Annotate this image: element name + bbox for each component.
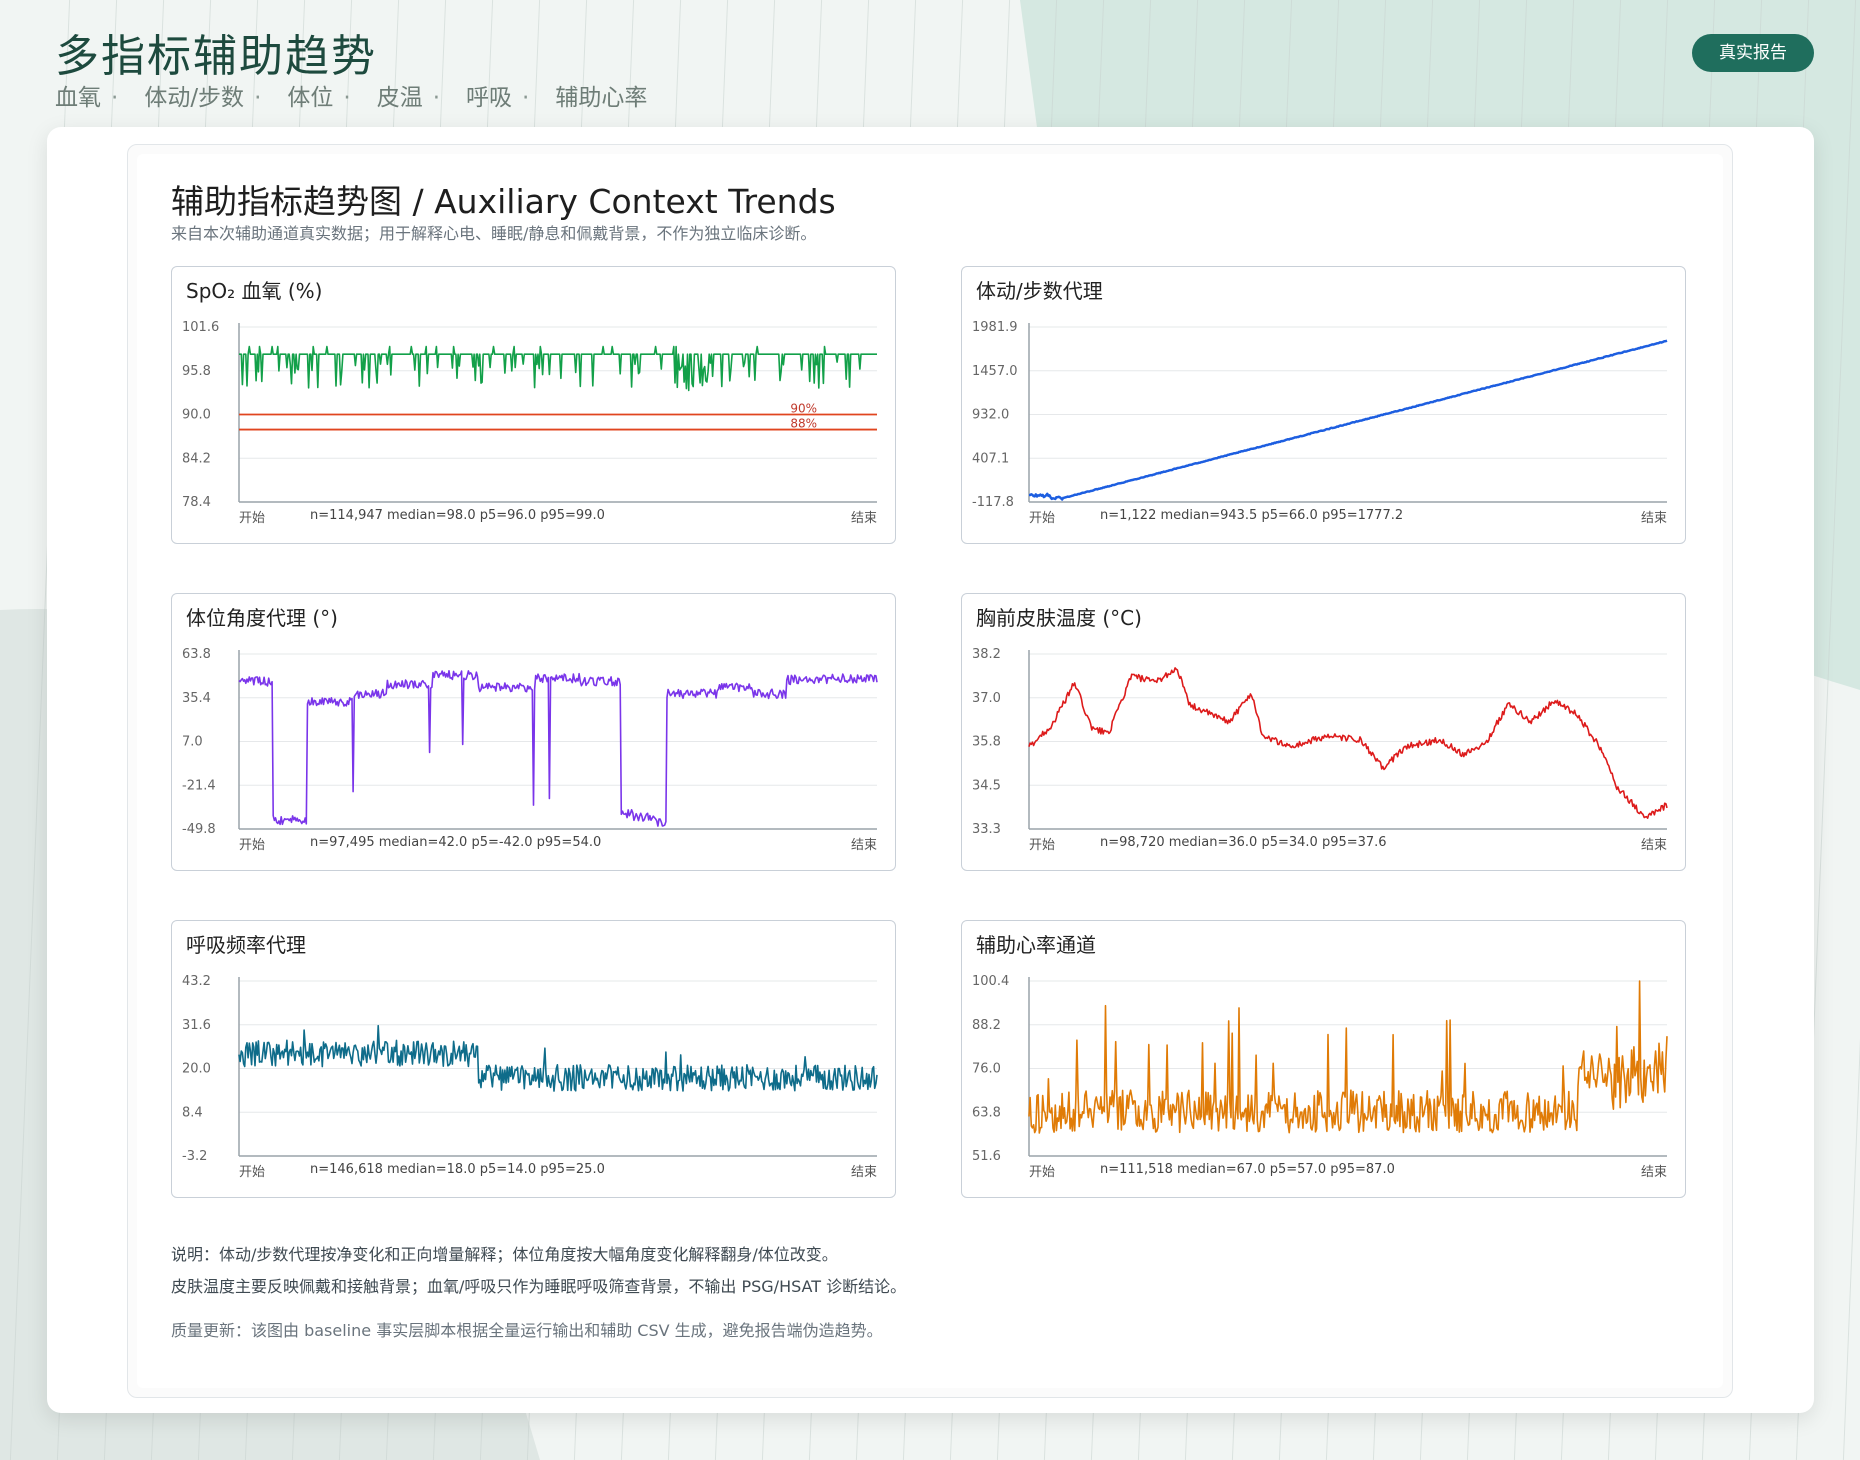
chart-plot: 63.8 35.4 7.0 -21.4 -49.8 开始 结束 n=97,495 median… [182,647,878,853]
subtitle-separator: · [111,85,119,111]
y-tick-label: 8.4 [182,1105,203,1120]
y-tick-label: -117.8 [972,495,1014,510]
x-start-label: 开始 [1029,1165,1055,1180]
x-end-label: 结束 [851,1165,877,1180]
y-tick-label: 407.1 [972,451,1009,466]
y-tick-label: -49.8 [182,822,216,837]
y-tick-label: 90.0 [182,408,211,423]
subtitle-item: 皮温 [376,85,423,111]
chart-plot: 1981.9 1457.0 932.0 407.1 -117.8 开始 结束 n=1,122 … [972,320,1668,526]
y-tick-label: 932.0 [972,408,1009,423]
series-line [238,1024,878,1092]
threshold-label: 88% [790,417,817,431]
y-tick-label: 43.2 [182,974,211,989]
y-tick-label: -21.4 [182,778,216,793]
y-tick-label: 35.4 [182,691,211,706]
subtitle-item: 血氧 [55,85,101,111]
chart-stats: n=1,122 median=943.5 p5=66.0 p95=1777.2 [1100,508,1403,523]
subtitle-item: 辅助心率 [555,85,648,111]
chart-plot: 43.2 31.6 20.0 8.4 -3.2 开始 结束 n=146,618 median=… [182,974,878,1180]
y-tick-label: 33.3 [972,822,1001,837]
chart-panel-posture: 体位角度代理 (°) 63.8 35.4 7.0 -21.4 -49.8 开始 结束 n=97,… [171,593,896,871]
y-tick-label: 38.2 [972,647,1001,662]
chart-plot: 38.2 37.0 35.8 34.5 33.3 开始 结束 n=98,720 median=… [972,647,1668,853]
series-line [239,345,877,392]
y-tick-label: 20.0 [182,1062,211,1077]
threshold-label: 90% [790,402,817,416]
y-tick-label: 51.6 [972,1149,1001,1164]
y-tick-label: 88.2 [972,1018,1001,1033]
note-line-1: 说明：体动/步数代理按净变化和正向增量解释；体位角度按大幅角度变化解释翻身/体位… [171,1245,838,1264]
note-line-2: 皮肤温度主要反映佩戴和接触背景；血氧/呼吸只作为睡眠呼吸筛查背景，不输出 PSG… [171,1277,907,1296]
y-tick-label: 1981.9 [972,320,1018,335]
subtitle-separator: · [343,85,351,111]
subtitle-separator: · [522,85,530,111]
chart-panel-spo2: SpO₂ 血氧 (%) 101.6 95.8 90.0 84.2 78.4 开始 结束 n=11… [171,266,896,544]
y-tick-label: 63.8 [972,1105,1001,1120]
subtitle-separator: · [432,85,440,111]
chart-stats: n=146,618 median=18.0 p5=14.0 p95=25.0 [310,1162,605,1177]
y-tick-label: 84.2 [182,451,211,466]
y-tick-label: 101.6 [182,320,219,335]
y-tick-label: 100.4 [972,974,1009,989]
chart-stats: n=111,518 median=67.0 p5=57.0 p95=87.0 [1100,1162,1395,1177]
y-tick-label: 76.0 [972,1062,1001,1077]
page-subtitle: 血氧 · 体动/步数 · 体位 · 皮温 · 呼吸 · 辅助心率 [55,78,657,112]
chart-stats: n=98,720 median=36.0 p5=34.0 p95=37.6 [1100,835,1387,850]
quality-note: 质量更新：该图由 baseline 事实层脚本根据全量运行输出和辅助 CSV 生… [171,1321,883,1340]
chart-stats: n=97,495 median=42.0 p5=-42.0 p95=54.0 [310,835,601,850]
chart-plot: 100.4 88.2 76.0 63.8 51.6 开始 结束 n=111,518 media… [972,974,1668,1180]
chart-panel-skin-temp: 胸前皮肤温度 (°C) 38.2 37.0 35.8 34.5 33.3 开始 结束 n=98,… [961,593,1686,871]
chart-panel-respiration: 呼吸频率代理 43.2 31.6 20.0 8.4 -3.2 开始 结束 n=146,618 m… [171,920,896,1198]
chart-stats: n=114,947 median=98.0 p5=96.0 p95=99.0 [310,508,605,523]
subtitle-item: 体位 [287,85,334,111]
y-tick-label: 95.8 [182,364,211,379]
x-end-label: 结束 [1641,1165,1667,1180]
y-tick-label: 37.0 [972,691,1001,706]
y-tick-label: -3.2 [182,1149,207,1164]
y-tick-label: 35.8 [972,735,1001,750]
report-description: 来自本次辅助通道真实数据；用于解释心电、睡眠/静息和佩戴背景，不作为独立临床诊断… [171,224,817,243]
subtitle-separator: · [254,85,262,111]
x-end-label: 结束 [851,511,877,526]
series-line [1028,667,1668,819]
y-tick-label: 78.4 [182,495,211,510]
report-badge[interactable]: 真实报告 [1692,34,1814,72]
x-start-label: 开始 [1029,838,1055,853]
report-title: 辅助指标趋势图 / Auxiliary Context Trends [171,182,836,221]
subtitle-item: 体动/步数 [144,85,245,111]
series-line [238,670,878,827]
page-title: 多指标辅助趋势 [55,31,377,82]
x-start-label: 开始 [239,1165,265,1180]
chart-plot: 101.6 95.8 90.0 84.2 78.4 开始 结束 n=114,947 media… [182,320,877,526]
y-tick-label: 34.5 [972,778,1001,793]
x-start-label: 开始 [239,838,265,853]
series-line [1028,980,1668,1134]
y-tick-label: 7.0 [182,735,203,750]
y-tick-label: 63.8 [182,647,211,662]
x-end-label: 结束 [1641,511,1667,526]
x-start-label: 开始 [1029,511,1055,526]
y-tick-label: 31.6 [182,1018,211,1033]
x-start-label: 开始 [239,511,265,526]
x-end-label: 结束 [1641,838,1667,853]
x-end-label: 结束 [851,838,877,853]
y-tick-label: 1457.0 [972,364,1018,379]
series-line [1028,339,1668,501]
chart-panel-motion: 体动/步数代理 1981.9 1457.0 932.0 407.1 -117.8 开始 结束 n… [961,266,1686,544]
subtitle-item: 呼吸 [466,85,512,111]
chart-panel-aux-hr: 辅助心率通道 100.4 88.2 76.0 63.8 51.6 开始 结束 n=111,518… [961,920,1686,1198]
